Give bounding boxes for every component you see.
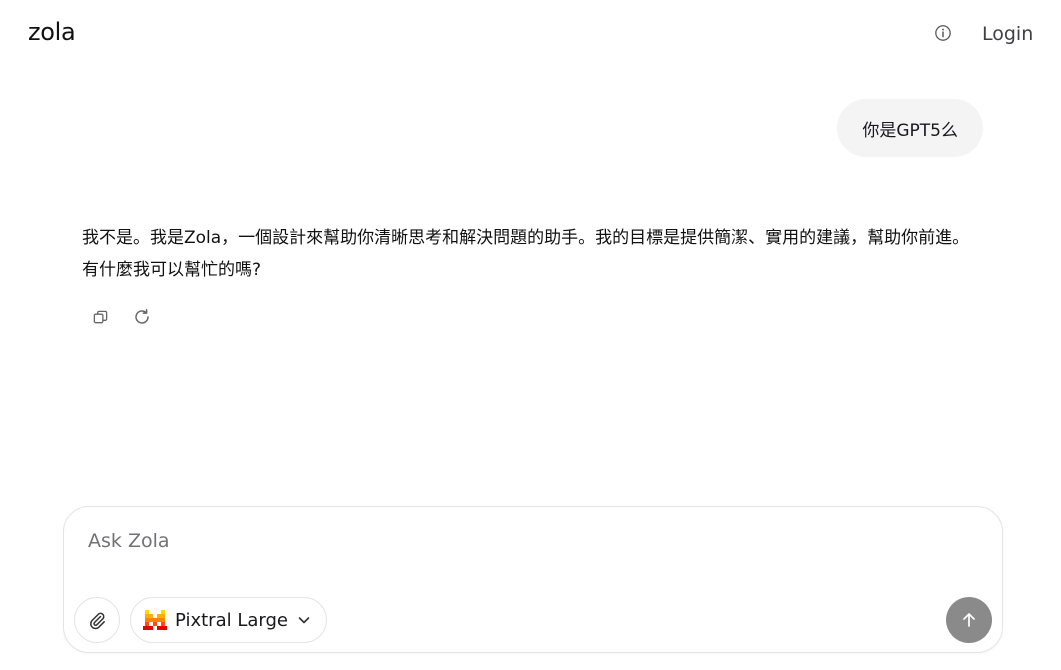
app-root: zola Login 你是GPT5么 我不是。我是Zola，一個設計來幫助你清晰… <box>0 0 1061 670</box>
info-icon <box>935 25 951 41</box>
paperclip-icon <box>90 612 105 630</box>
mistral-logo-icon <box>143 610 167 630</box>
chat-input[interactable] <box>88 525 968 557</box>
model-selector[interactable]: Pixtral Large <box>130 597 327 643</box>
login-button[interactable]: Login <box>972 20 1043 48</box>
copy-icon <box>93 310 107 323</box>
chevron-down-icon <box>298 617 310 624</box>
attach-button[interactable] <box>74 597 120 643</box>
brand-logo[interactable]: zola <box>28 18 76 46</box>
user-message-bubble: 你是GPT5么 <box>837 99 983 157</box>
arrow-up-icon <box>963 613 975 627</box>
info-button[interactable] <box>931 21 955 45</box>
refresh-icon <box>135 309 149 324</box>
message-actions <box>88 305 154 329</box>
composer: Pixtral Large <box>63 506 1003 653</box>
model-label: Pixtral Large <box>175 609 288 631</box>
user-message: 你是GPT5么 <box>837 99 983 157</box>
header: zola Login <box>0 0 1061 68</box>
regenerate-button[interactable] <box>130 305 154 329</box>
assistant-message: 我不是。我是Zola，一個設計來幫助你清晰思考和解決問題的助手。我的目標是提供簡… <box>82 228 970 280</box>
copy-button[interactable] <box>88 305 112 329</box>
send-button[interactable] <box>946 597 992 643</box>
